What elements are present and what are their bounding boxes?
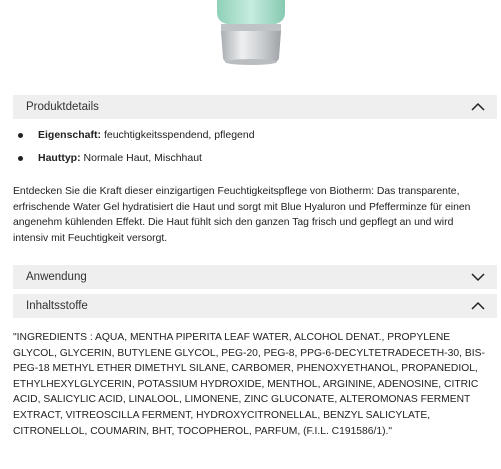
bullet-key: Eigenschaft: <box>38 129 102 141</box>
chevron-up-icon[interactable] <box>471 301 485 311</box>
chevron-down-icon[interactable] <box>471 272 485 282</box>
bullet-key: Hauttyp: <box>38 152 81 164</box>
ingredients-text: "INGREDIENTS : AQUA, MENTHA PIPERITA LEA… <box>13 332 485 437</box>
bullet-value: feuchtigkeitsspendend, pflegend <box>103 129 255 141</box>
list-item: Hauttyp: Normale Haut, Mischhaut <box>13 151 493 174</box>
accordion-title-details: Produktdetails <box>26 101 99 113</box>
chevron-up-icon[interactable] <box>471 102 485 112</box>
product-image <box>0 0 501 72</box>
accordion-title-ingredients: Inhaltsstoffe <box>26 300 88 312</box>
bullet-value: Normale Haut, Mischhaut <box>83 152 202 164</box>
product-description: Entdecken Sie die Kraft dieser einzigart… <box>13 186 471 244</box>
accordion-header-usage[interactable]: Anwendung <box>13 265 497 289</box>
accordion-header-ingredients[interactable]: Inhaltsstoffe <box>13 294 497 318</box>
detail-bullet-list: Eigenschaft: feuchtigkeitsspendend, pfle… <box>13 128 493 174</box>
accordion-header-details[interactable]: Produktdetails <box>13 95 497 119</box>
accordion-title-usage: Anwendung <box>26 271 87 283</box>
list-item: Eigenschaft: feuchtigkeitsspendend, pfle… <box>13 128 493 151</box>
product-tube-illustration <box>217 0 285 65</box>
